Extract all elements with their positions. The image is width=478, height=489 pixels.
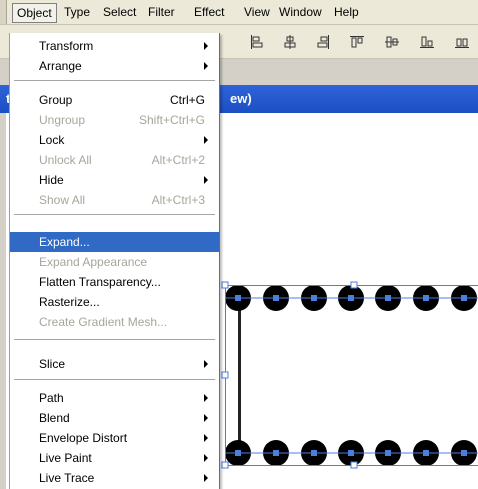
align-top-icon[interactable]	[350, 35, 364, 49]
menu-item-arrange[interactable]: Arrange	[10, 56, 219, 76]
menu-item-envelope-distort[interactable]: Envelope Distort	[10, 428, 219, 448]
menu-item-create-gradient-mesh[interactable]: Create Gradient Mesh...	[10, 312, 219, 332]
menu-separator	[14, 379, 215, 380]
menu-bar: Object Type Select Filter Effect View Wi…	[0, 0, 478, 25]
submenu-arrow-icon	[204, 62, 208, 70]
submenu-arrow-icon	[204, 474, 208, 482]
menu-item-hide[interactable]: Hide	[10, 170, 219, 190]
menu-effect[interactable]: Effect	[190, 4, 228, 20]
align-left-icon[interactable]	[250, 35, 264, 49]
menu-separator	[14, 80, 215, 81]
menu-type[interactable]: Type	[60, 4, 94, 20]
submenu-arrow-icon	[204, 136, 208, 144]
menu-window[interactable]: Window	[275, 4, 326, 20]
menu-select[interactable]: Select	[99, 4, 140, 20]
menu-help[interactable]: Help	[330, 4, 363, 20]
submenu-arrow-icon	[204, 42, 208, 50]
align-center-icon[interactable]	[283, 35, 297, 49]
menu-bar-grip	[0, 0, 7, 24]
menu-item-ungroup[interactable]: Ungroup Shift+Ctrl+G	[10, 110, 219, 130]
menu-item-live-paint[interactable]: Live Paint	[10, 448, 219, 468]
align-vertical-center-icon[interactable]	[385, 35, 399, 49]
submenu-arrow-icon	[204, 360, 208, 368]
document-title: ew)	[230, 91, 252, 106]
menu-item-live-trace[interactable]: Live Trace	[10, 468, 219, 488]
menu-view[interactable]: View	[240, 4, 274, 20]
align-right-icon[interactable]	[316, 35, 330, 49]
menu-item-path[interactable]: Path	[10, 388, 219, 408]
menu-item-group[interactable]: Group Ctrl+G	[10, 90, 219, 110]
menu-item-transform[interactable]: Transform	[10, 36, 219, 56]
menu-item-show-all[interactable]: Show All Alt+Ctrl+3	[10, 190, 219, 210]
menu-item-lock[interactable]: Lock	[10, 130, 219, 150]
distribute-icon[interactable]	[455, 35, 469, 49]
menu-separator	[14, 339, 215, 340]
object-menu-dropdown: Transform Arrange Group Ctrl+G Ungroup S…	[9, 33, 220, 489]
menu-item-blend[interactable]: Blend	[10, 408, 219, 428]
menu-item-unlock-all[interactable]: Unlock All Alt+Ctrl+2	[10, 150, 219, 170]
menu-item-flatten-transparency[interactable]: Flatten Transparency...	[10, 272, 219, 292]
menu-item-expand-appearance[interactable]: Expand Appearance	[10, 252, 219, 272]
align-bottom-icon[interactable]	[420, 35, 434, 49]
submenu-arrow-icon	[204, 414, 208, 422]
submenu-arrow-icon	[204, 454, 208, 462]
menu-item-rasterize[interactable]: Rasterize...	[10, 292, 219, 312]
submenu-arrow-icon	[204, 394, 208, 402]
submenu-arrow-icon	[204, 176, 208, 184]
menu-filter[interactable]: Filter	[144, 4, 179, 20]
menu-separator	[14, 214, 215, 215]
menu-item-expand[interactable]: Expand...	[10, 232, 219, 252]
menu-object[interactable]: Object	[12, 3, 57, 23]
submenu-arrow-icon	[204, 434, 208, 442]
menu-item-slice[interactable]: Slice	[10, 354, 219, 374]
